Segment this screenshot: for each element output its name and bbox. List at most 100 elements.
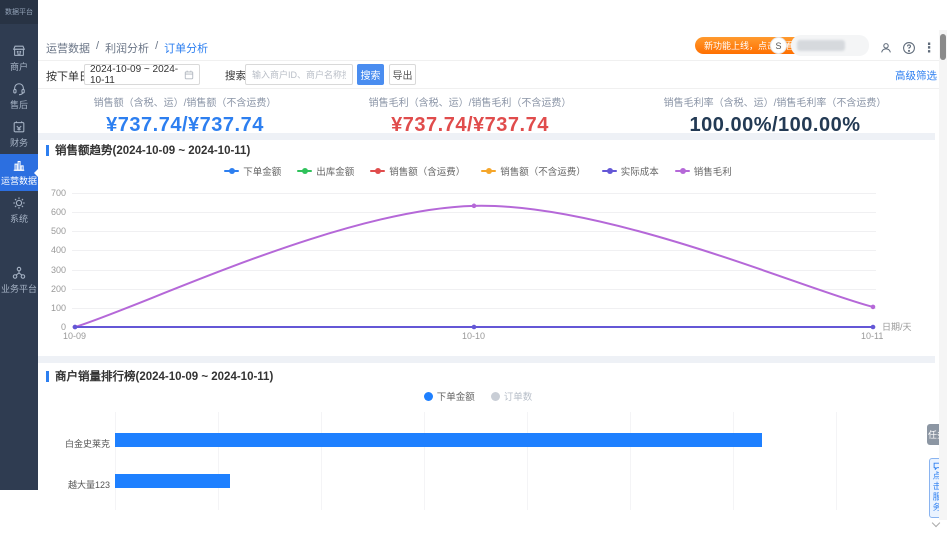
date-range-value: 2024-10-09 ~ 2024-10-11 xyxy=(90,64,180,86)
y-tick-label: 300 xyxy=(36,265,66,275)
rank-legend: 下单金额 订单数 xyxy=(38,389,918,403)
legend-item-gross-profit[interactable]: 销售毛利 xyxy=(675,164,732,178)
trend-legend: 下单金额 出库金额 销售额（含运费） 销售额（不含运费） 实际成本 销售毛利 xyxy=(38,164,918,178)
sidebar: 数据平台 商户 售后 财务 运营数据 xyxy=(0,0,38,490)
y-tick-label: 100 xyxy=(36,303,66,313)
avatar[interactable]: S xyxy=(770,37,787,54)
sidebar-item-aftersales[interactable]: 售后 xyxy=(0,78,38,115)
bar-category-label: 白金史莱克 xyxy=(38,437,110,450)
legend-dot xyxy=(424,392,433,401)
scrollbar-thumb[interactable] xyxy=(940,34,946,60)
legend-item-sales-with-shipping[interactable]: 销售额（含运费） xyxy=(370,164,465,178)
app-logo: 数据平台 xyxy=(0,0,38,24)
username-redacted[interactable] xyxy=(791,35,869,56)
gridline xyxy=(72,308,876,309)
stat-gross-profit: 销售毛利（含税、运）/销售毛利（不含运费） ¥737.74/¥737.74 xyxy=(320,94,620,137)
x-tick-label: 10-11 xyxy=(861,331,883,341)
gridline xyxy=(733,412,734,510)
stat-label: 销售毛利率（含税、运）/销售毛利率（不含运费） xyxy=(625,94,925,109)
legend-item-order-amount[interactable]: 下单金额 xyxy=(224,164,281,178)
gridline xyxy=(72,250,876,251)
rank-bar[interactable] xyxy=(115,433,762,447)
sidebar-item-label: 运营数据 xyxy=(1,174,37,187)
gridline xyxy=(72,270,876,271)
y-tick-label: 700 xyxy=(36,188,66,198)
y-tick-label: 200 xyxy=(36,284,66,294)
help-icon[interactable] xyxy=(901,40,917,56)
rank-bar[interactable] xyxy=(115,474,230,488)
contact-support-icon[interactable] xyxy=(878,40,894,56)
sidebar-item-label: 商户 xyxy=(10,60,28,73)
gridline xyxy=(218,412,219,510)
gridline xyxy=(836,412,837,510)
sidebar-item-finance[interactable]: 财务 xyxy=(0,116,38,153)
legend-marker xyxy=(481,168,496,174)
legend-marker xyxy=(675,168,690,174)
gridline xyxy=(72,289,876,290)
more-menu-icon[interactable]: ⋮ xyxy=(921,40,937,56)
legend-item-order-count-disabled[interactable]: 订单数 xyxy=(491,389,533,403)
legend-dot xyxy=(491,392,500,401)
x-tick-label: 10-09 xyxy=(63,331,86,341)
sidebar-item-operations-data[interactable]: 运营数据 xyxy=(0,154,38,191)
scrollbar-track[interactable] xyxy=(939,30,947,520)
title-accent-bar xyxy=(46,145,49,156)
bar-chart-icon xyxy=(12,158,26,172)
gridline xyxy=(630,412,631,510)
calendar-icon xyxy=(184,70,194,80)
bar-category-label: 越大量123 xyxy=(38,478,110,491)
section-gap xyxy=(38,356,935,363)
title-accent-bar xyxy=(46,371,49,382)
export-button[interactable]: 导出 xyxy=(389,64,416,85)
gridline xyxy=(321,412,322,510)
sidebar-item-system[interactable]: 系统 xyxy=(0,192,38,229)
section-gap xyxy=(38,133,935,140)
divider xyxy=(38,60,939,61)
gridline xyxy=(424,412,425,510)
sidebar-item-label: 财务 xyxy=(10,136,28,149)
chevron-down-icon[interactable] xyxy=(932,519,940,527)
gridline xyxy=(115,412,116,510)
legend-item-outbound-amount[interactable]: 出库金额 xyxy=(297,164,354,178)
search-button[interactable]: 搜索 xyxy=(357,64,384,85)
gridline xyxy=(527,412,528,510)
breadcrumb-order-analysis[interactable]: 订单分析 xyxy=(164,40,208,56)
y-tick-label: 400 xyxy=(36,245,66,255)
org-platform-icon xyxy=(12,266,26,280)
stat-label: 销售毛利（含税、运）/销售毛利（不含运费） xyxy=(320,94,620,109)
legend-marker xyxy=(602,168,617,174)
legend-marker xyxy=(224,168,239,174)
sidebar-item-business-platform[interactable]: 业务平台 xyxy=(0,262,38,299)
sidebar-item-label: 售后 xyxy=(10,98,28,111)
gridline xyxy=(72,212,876,213)
trend-section-title: 销售额趋势(2024-10-09 ~ 2024-10-11) xyxy=(46,142,250,158)
legend-marker xyxy=(297,168,312,174)
gear-icon xyxy=(12,196,26,210)
breadcrumb-separator: / xyxy=(155,40,158,56)
breadcrumb-profit-analysis[interactable]: 利润分析 xyxy=(105,40,149,56)
gridline xyxy=(72,231,876,232)
breadcrumb: 运营数据 / 利润分析 / 订单分析 xyxy=(46,40,208,56)
order-analysis-page: 数据平台 商户 售后 财务 运营数据 xyxy=(0,0,947,548)
stat-label: 销售额（含税、运）/销售额（不含运费） xyxy=(35,94,335,109)
date-range-input[interactable]: 2024-10-09 ~ 2024-10-11 xyxy=(84,64,200,85)
rank-section-title: 商户销量排行榜(2024-10-09 ~ 2024-10-11) xyxy=(46,368,273,384)
legend-item-sales-without-shipping[interactable]: 销售额（不含运费） xyxy=(481,164,586,178)
y-tick-label: 0 xyxy=(36,322,66,332)
breadcrumb-separator: / xyxy=(96,40,99,56)
y-tick-label: 600 xyxy=(36,207,66,217)
legend-item-order-amount[interactable]: 下单金额 xyxy=(424,389,475,403)
gridline xyxy=(72,193,876,194)
sidebar-item-merchant[interactable]: 商户 xyxy=(0,40,38,77)
sidebar-item-label: 业务平台 xyxy=(1,282,37,295)
search-input[interactable] xyxy=(245,64,353,85)
headset-icon xyxy=(12,82,26,96)
legend-marker xyxy=(370,168,385,174)
breadcrumb-operations[interactable]: 运营数据 xyxy=(46,40,90,56)
legend-item-actual-cost[interactable]: 实际成本 xyxy=(602,164,659,178)
billing-icon xyxy=(12,120,26,134)
divider xyxy=(38,88,939,89)
y-tick-label: 500 xyxy=(36,226,66,236)
stat-sales-amount: 销售额（含税、运）/销售额（不含运费） ¥737.74/¥737.74 xyxy=(35,94,335,137)
sidebar-item-label: 系统 xyxy=(10,212,28,225)
